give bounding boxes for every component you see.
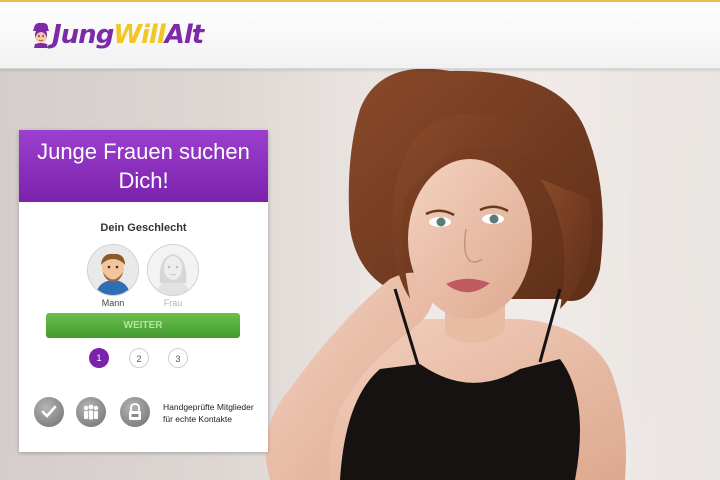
step-indicator-3[interactable]: 3 (168, 348, 188, 368)
male-avatar-icon (87, 244, 139, 296)
gender-option-male[interactable]: Mann (85, 244, 141, 308)
gender-option-female[interactable]: Frau (145, 244, 201, 308)
signup-card: Junge Frauen suchen Dich! Dein Geschlech… (19, 130, 268, 452)
female-avatar-icon (147, 244, 199, 296)
logo-text-alt: Alt (164, 20, 204, 50)
gender-option-male-label: Mann (101, 298, 125, 308)
checkmark-seal-icon (34, 397, 64, 427)
continue-button[interactable]: WEITER (46, 313, 240, 338)
logo-text-jung: Jung (52, 20, 114, 50)
mascot-icon (33, 22, 49, 48)
members-group-icon (76, 397, 106, 427)
site-logo[interactable]: JungWillAlt (31, 15, 204, 55)
site-header: JungWillAlt (0, 2, 720, 69)
step-indicator-2[interactable]: 2 (129, 348, 149, 368)
logo-text-will: Will (113, 20, 165, 50)
step-indicator-1[interactable]: 1 (89, 348, 109, 368)
signup-headline: Junge Frauen suchen Dich! (19, 130, 268, 202)
ssl-lock-icon (120, 397, 150, 427)
trust-text: Handgeprüfte Mitglieder für echte Kontak… (163, 402, 254, 424)
gender-question: Dein Geschlecht (100, 222, 187, 234)
gender-option-female-label: Frau (163, 298, 183, 308)
